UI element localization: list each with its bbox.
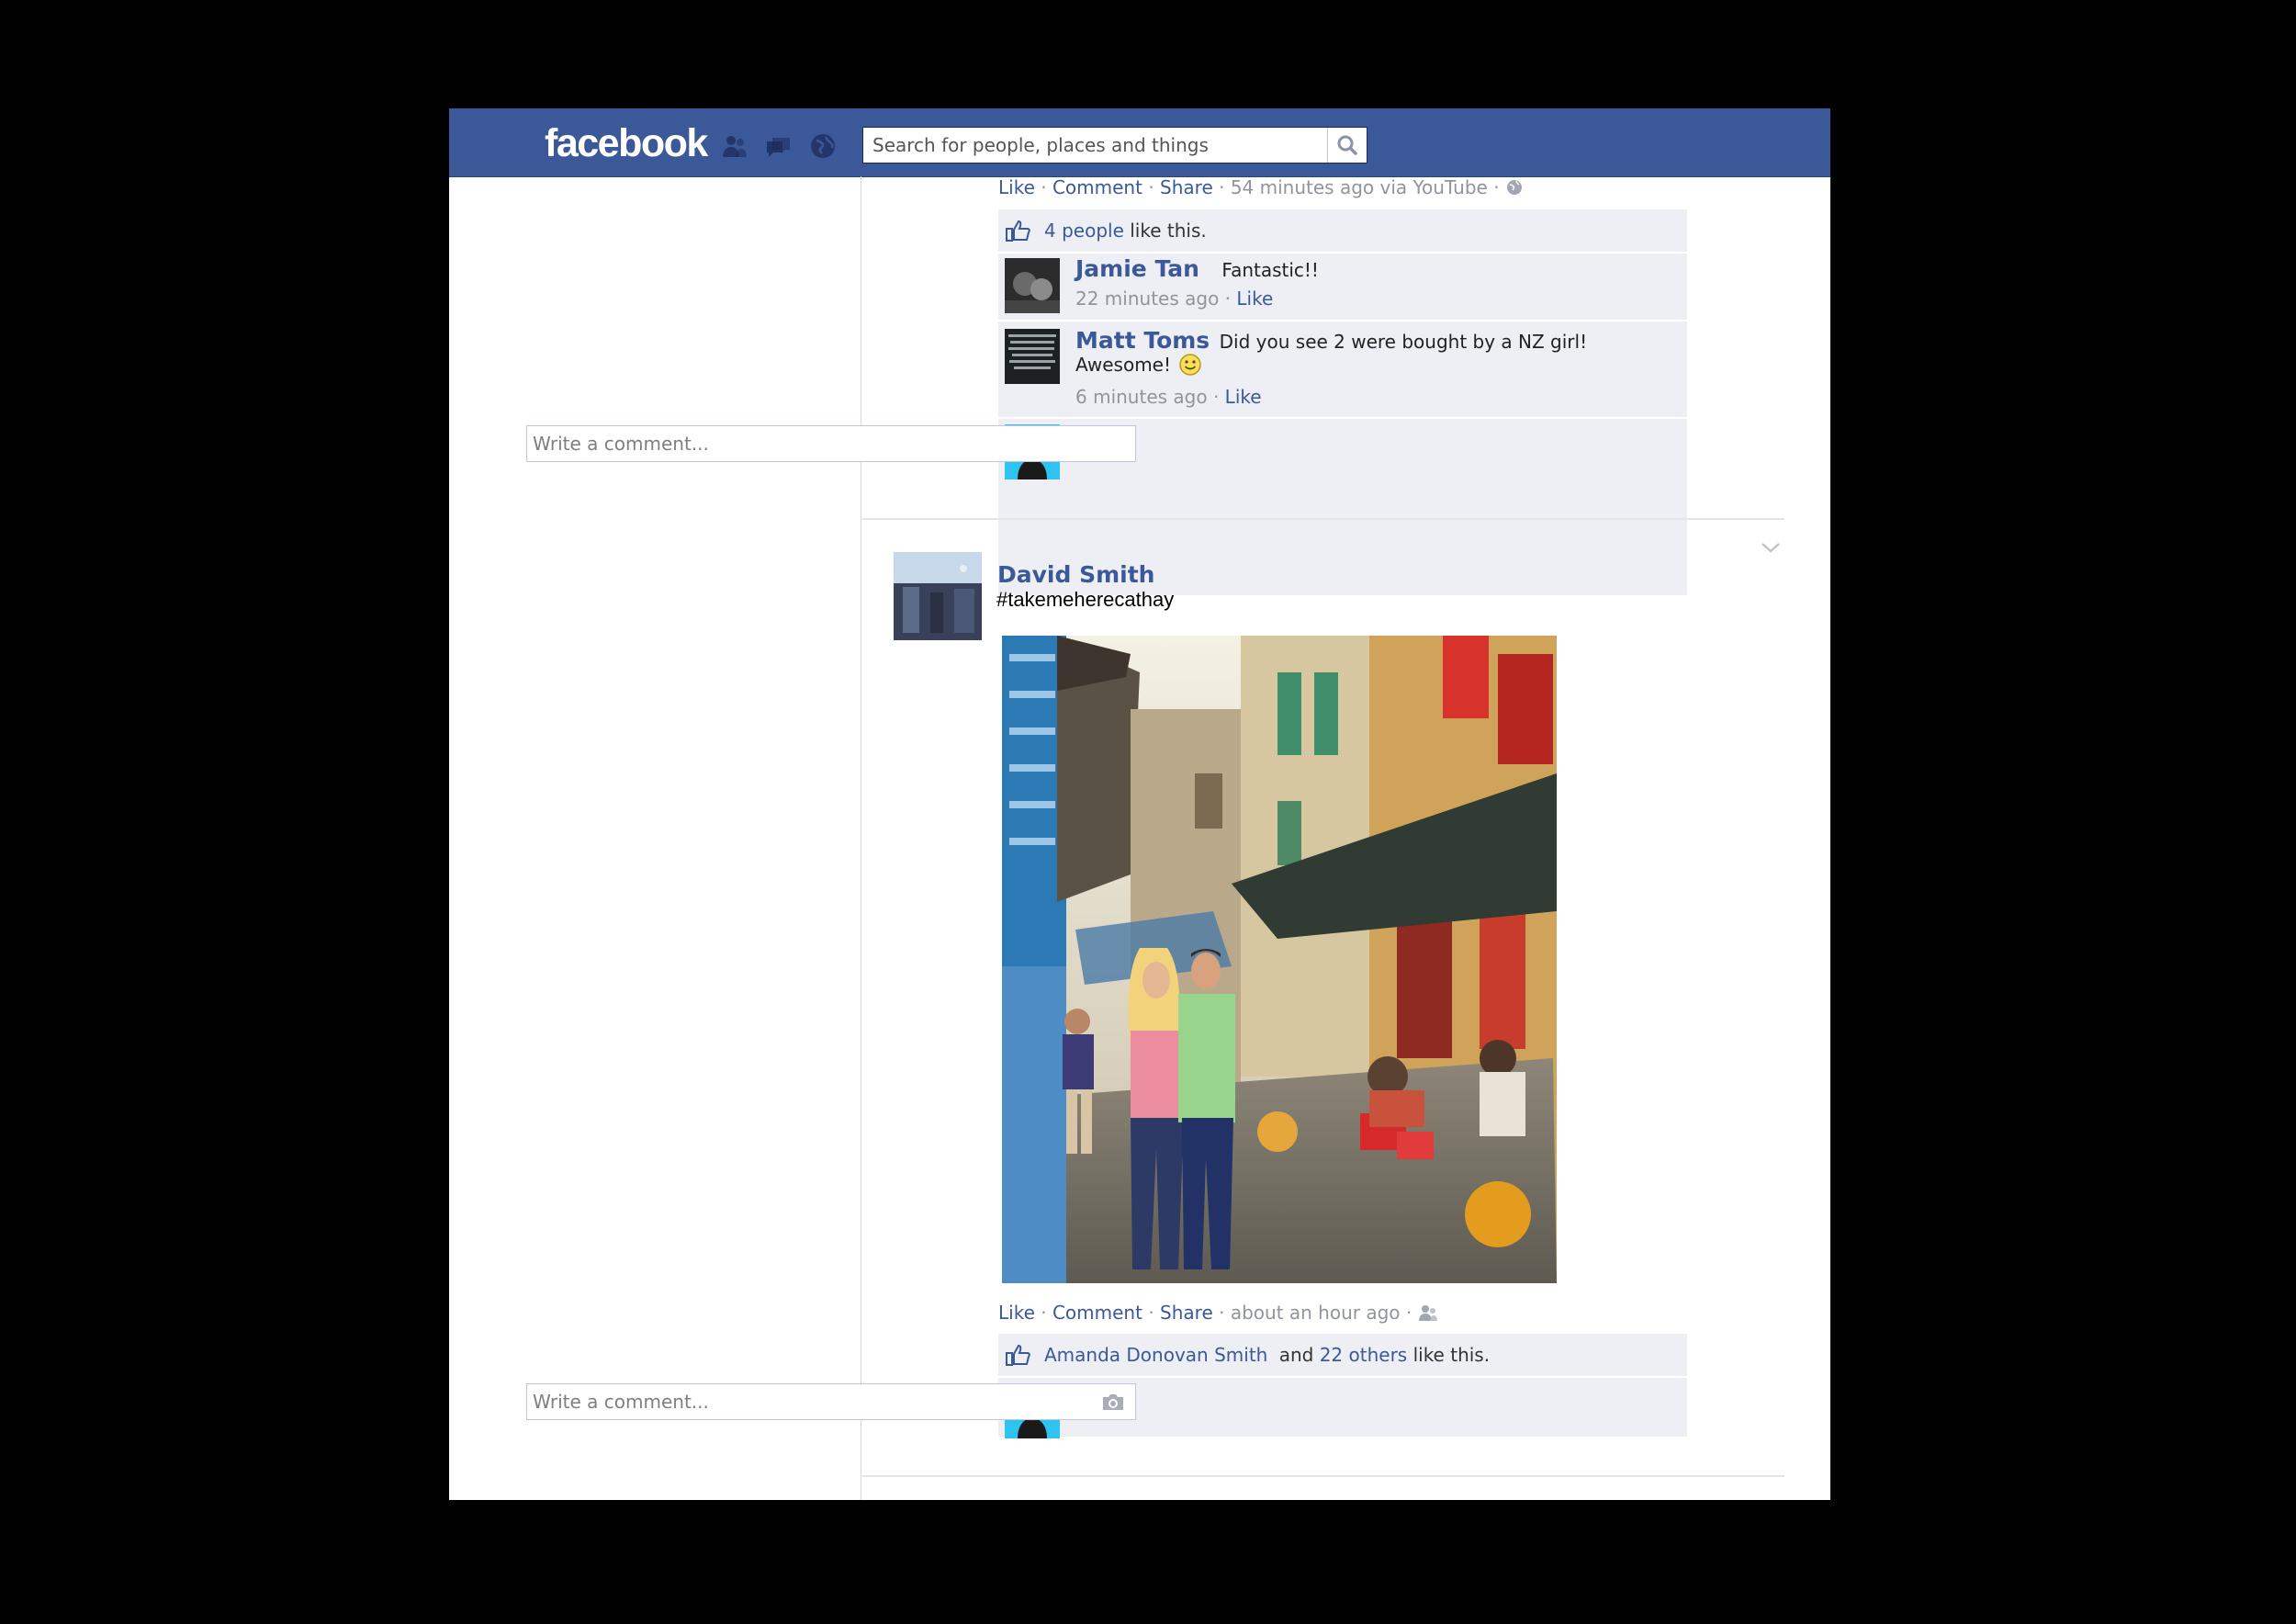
browser-page: facebook Like ·	[449, 108, 1830, 1500]
post-actions: Like · Comment · Share · about an hour a…	[998, 1302, 1438, 1324]
comment: Jamie Tan Fantastic!!	[1075, 255, 1319, 282]
comment-like-link[interactable]: Like	[1236, 288, 1273, 310]
top-navigation-bar: facebook	[449, 108, 1830, 177]
globe-icon[interactable]	[1505, 178, 1524, 197]
smiley-icon	[1179, 354, 1202, 376]
post-photo[interactable]	[1002, 636, 1557, 1283]
globe-icon[interactable]	[809, 132, 837, 160]
comment-input[interactable]	[533, 426, 1084, 461]
ufi-separator	[998, 1376, 1687, 1378]
like-link[interactable]: Like	[998, 1302, 1035, 1324]
search-button[interactable]	[1327, 128, 1367, 163]
comment-meta: 22 minutes ago · Like	[1075, 288, 1274, 310]
post-text[interactable]: #takemeherecathay	[996, 588, 1174, 612]
liker-link[interactable]: Amanda Donovan Smith	[1044, 1344, 1267, 1366]
story-divider	[862, 518, 1784, 520]
others-link[interactable]: 22 others	[1320, 1344, 1408, 1366]
post-author[interactable]: David Smith	[997, 561, 1154, 588]
comment-text-line2: Awesome!	[1075, 354, 1171, 376]
comment-meta: 6 minutes ago · Like	[1075, 386, 1262, 408]
comment-like-link[interactable]: Like	[1225, 386, 1262, 408]
comment-author[interactable]: Jamie Tan	[1075, 255, 1199, 282]
comment-link[interactable]: Comment	[1052, 176, 1142, 198]
thumbs-up-icon	[1006, 1344, 1030, 1366]
ufi-separator	[998, 320, 1687, 321]
share-link[interactable]: Share	[1160, 176, 1213, 198]
comment-timestamp[interactable]: 22 minutes ago	[1075, 288, 1219, 310]
comment-author[interactable]: Matt Toms	[1075, 327, 1210, 354]
friends-icon[interactable]	[1418, 1303, 1438, 1322]
avatar[interactable]	[1005, 258, 1060, 313]
comment-text: Did you see 2 were bought by a NZ girl!	[1219, 331, 1588, 353]
search-input[interactable]	[872, 128, 1304, 163]
likes-summary: Amanda Donovan Smith and 22 others like …	[1044, 1344, 1490, 1366]
comment-text: Fantastic!!	[1221, 259, 1319, 281]
likes-suffix: like this.	[1412, 1344, 1491, 1366]
post-timestamp[interactable]: about an hour ago	[1231, 1302, 1401, 1324]
likes-suffix: like this.	[1130, 220, 1207, 242]
messages-icon[interactable]	[765, 132, 793, 160]
likers-link[interactable]: 4 people	[1044, 220, 1124, 242]
search-box	[862, 127, 1367, 164]
author-avatar[interactable]	[894, 552, 982, 640]
share-link[interactable]: Share	[1160, 1302, 1213, 1324]
ufi-separator	[998, 252, 1687, 254]
prev-story-actions: Like · Comment · Share · 54 minutes ago …	[998, 176, 1524, 198]
search-icon	[1337, 135, 1357, 155]
comment-text-continued: Awesome!	[1075, 353, 1202, 377]
avatar[interactable]	[1005, 329, 1060, 384]
ufi-separator	[998, 417, 1687, 419]
comment-box	[526, 425, 1136, 462]
story-divider	[862, 1475, 1784, 1477]
comment-link[interactable]: Comment	[1052, 1302, 1142, 1324]
comment-timestamp[interactable]: 6 minutes ago	[1075, 386, 1208, 408]
camera-icon[interactable]	[1100, 1392, 1126, 1412]
friends-icon[interactable]	[721, 132, 748, 160]
like-link[interactable]: Like	[998, 176, 1035, 198]
thumbs-up-icon	[1006, 220, 1030, 242]
comment: Matt Toms Did you see 2 were bought by a…	[1075, 327, 1587, 354]
comment-input[interactable]	[533, 1384, 1084, 1419]
facebook-logo[interactable]: facebook	[545, 123, 708, 164]
likes-summary: 4 people like this.	[1044, 220, 1207, 242]
likes-and: and	[1278, 1344, 1314, 1366]
comment-box	[526, 1383, 1136, 1420]
chevron-down-icon[interactable]	[1760, 540, 1782, 555]
post-timestamp[interactable]: 54 minutes ago via YouTube	[1231, 176, 1488, 198]
